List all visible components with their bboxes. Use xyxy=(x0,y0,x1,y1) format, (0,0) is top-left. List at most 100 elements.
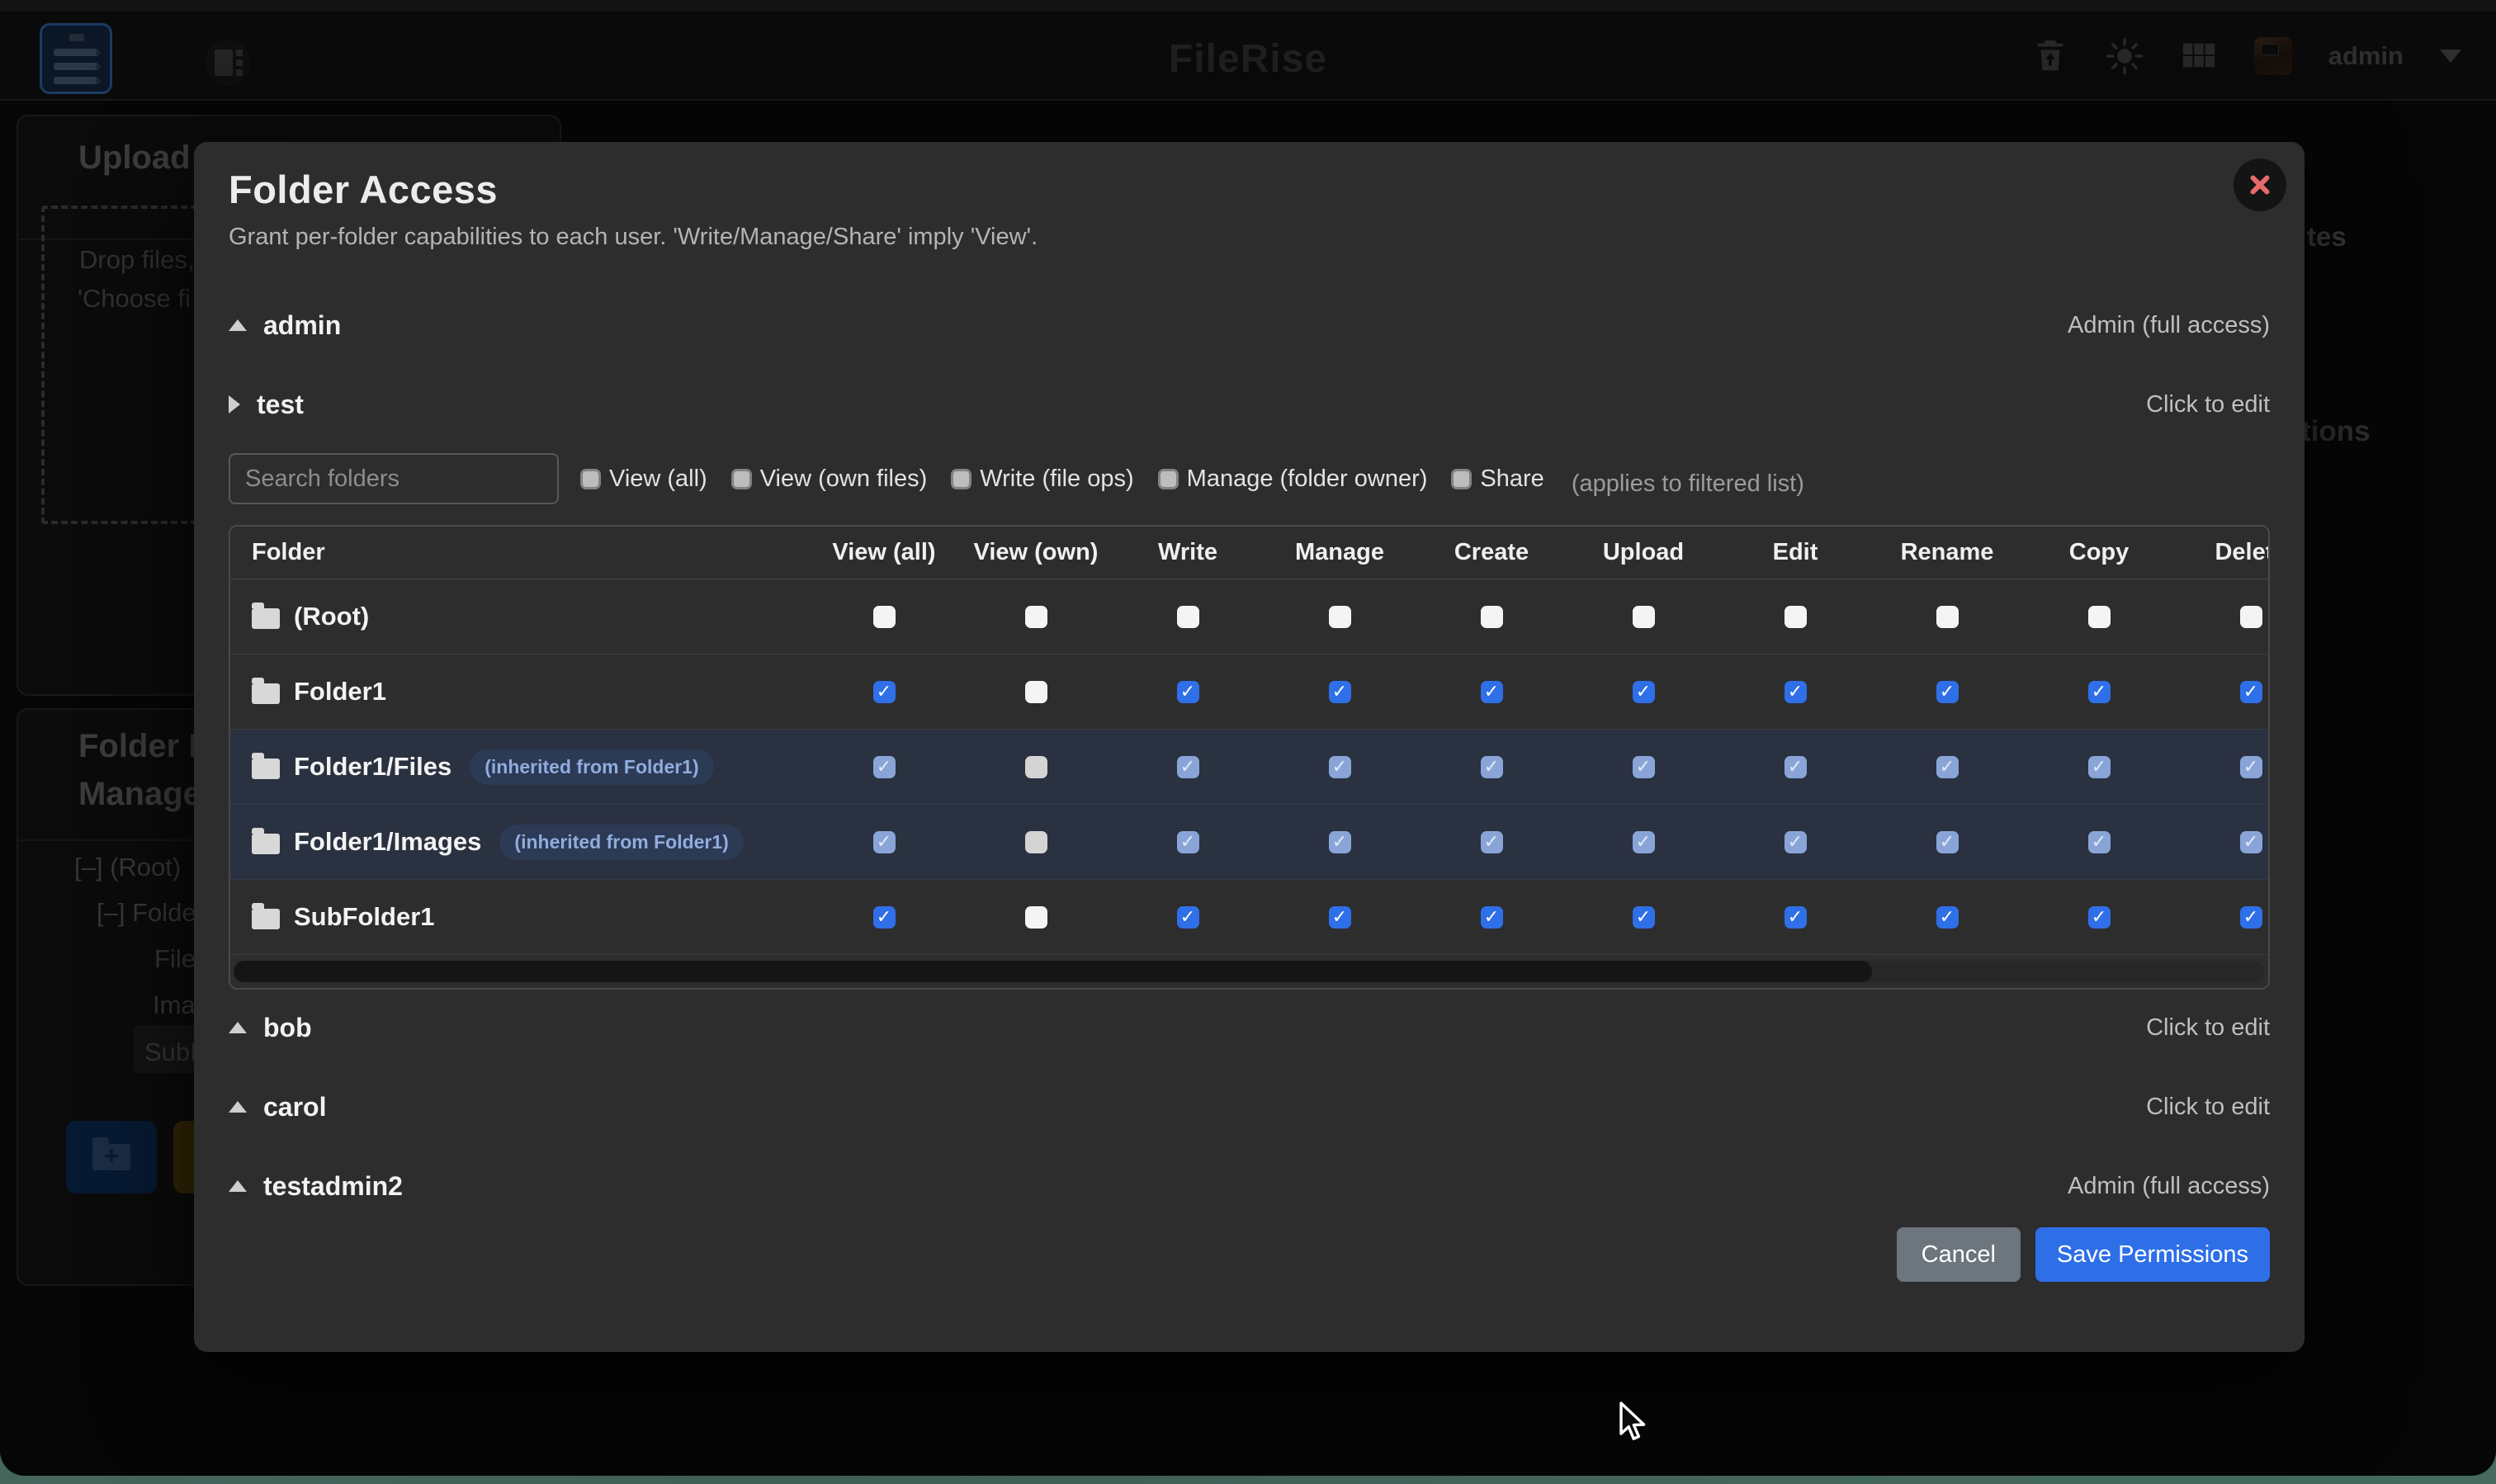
expander-arrow-icon[interactable] xyxy=(229,319,247,331)
perm-checkbox-create-folder1-images[interactable] xyxy=(1481,831,1503,853)
bulk-toggle-view-own-files[interactable]: View (own files) xyxy=(731,466,928,493)
perm-checkbox-view-all-folder1-images[interactable] xyxy=(873,831,896,853)
perm-checkbox-edit-folder1-files[interactable] xyxy=(1785,756,1807,778)
perm-checkbox-upload-folder1-images[interactable] xyxy=(1633,831,1655,853)
scrollbar-thumb[interactable] xyxy=(234,961,1872,982)
trash-restore-button[interactable] xyxy=(2031,37,2069,75)
checkbox-icon[interactable] xyxy=(1451,469,1472,489)
perm-checkbox-view-all-subfolder1[interactable] xyxy=(873,906,896,929)
tree-item-folder1[interactable]: [–] Folder xyxy=(97,898,205,928)
perm-checkbox-view-own-subfolder1[interactable] xyxy=(1025,906,1047,929)
expander-arrow-icon[interactable] xyxy=(229,395,240,414)
perm-checkbox-copy-folder1-images[interactable] xyxy=(2088,831,2111,853)
bulk-toggle-share[interactable]: Share xyxy=(1451,466,1543,493)
expander-arrow-icon[interactable] xyxy=(229,1180,247,1192)
bulk-note: (applies to filtered list) xyxy=(1572,470,1804,498)
bulk-toggle-label: Manage (folder owner) xyxy=(1187,466,1428,493)
inherited-badge: (inherited from Folder1) xyxy=(499,825,743,860)
perm-checkbox-view-all-folder1[interactable] xyxy=(873,681,896,703)
perm-checkbox-view-own-folder1-images[interactable] xyxy=(1025,831,1047,853)
horizontal-scrollbar[interactable] xyxy=(234,961,2264,982)
checkbox-icon[interactable] xyxy=(951,469,971,489)
perm-checkbox-write-subfolder1[interactable] xyxy=(1177,906,1199,929)
column-header-delete: Delete xyxy=(2175,539,2270,566)
user-section-test[interactable]: test Click to edit xyxy=(229,378,2270,431)
perm-checkbox-rename-folder1[interactable] xyxy=(1936,681,1959,703)
tree-item-root[interactable]: [–] (Root) xyxy=(74,853,181,882)
user-menu-label[interactable]: admin xyxy=(2328,41,2404,71)
perm-checkbox-view-all-root[interactable] xyxy=(873,606,896,628)
search-folders-input[interactable] xyxy=(229,453,559,504)
perm-checkbox-write-root[interactable] xyxy=(1177,606,1199,628)
user-section-testadmin2[interactable]: testadmin2 Admin (full access) xyxy=(229,1160,2270,1212)
user-section-carol[interactable]: carol Click to edit xyxy=(229,1080,2270,1133)
perm-checkbox-edit-subfolder1[interactable] xyxy=(1785,906,1807,929)
permission-cell xyxy=(1112,756,1264,778)
perm-checkbox-view-own-folder1[interactable] xyxy=(1025,681,1047,703)
dropzone-text-line1: Drop files, xyxy=(79,245,195,275)
bulk-toggle-view-all[interactable]: View (all) xyxy=(580,466,707,493)
perm-checkbox-delete-root[interactable] xyxy=(2240,606,2262,628)
perm-checkbox-manage-root[interactable] xyxy=(1329,606,1351,628)
perm-checkbox-upload-subfolder1[interactable] xyxy=(1633,906,1655,929)
user-section-bob[interactable]: bob Click to edit xyxy=(229,1001,2270,1054)
apps-grid-button[interactable] xyxy=(2180,37,2218,75)
perm-checkbox-upload-folder1[interactable] xyxy=(1633,681,1655,703)
permission-cell xyxy=(1416,756,1567,778)
create-folder-button[interactable] xyxy=(66,1121,157,1193)
perm-checkbox-copy-folder1[interactable] xyxy=(2088,681,2111,703)
theme-toggle-button[interactable] xyxy=(2106,37,2144,75)
menu-button[interactable] xyxy=(40,23,112,94)
bulk-toggle-manage-folder-owner[interactable]: Manage (folder owner) xyxy=(1158,466,1428,493)
perm-checkbox-manage-folder1-files[interactable] xyxy=(1329,756,1351,778)
permission-cell xyxy=(1719,606,1871,628)
user-menu-caret-icon[interactable] xyxy=(2440,50,2461,63)
perm-checkbox-create-folder1-files[interactable] xyxy=(1481,756,1503,778)
expander-arrow-icon[interactable] xyxy=(229,1101,247,1113)
perm-checkbox-delete-folder1[interactable] xyxy=(2240,681,2262,703)
perm-checkbox-upload-root[interactable] xyxy=(1633,606,1655,628)
window-titlebar xyxy=(0,0,2496,12)
permission-cell xyxy=(2023,906,2175,929)
perm-checkbox-write-folder1-files[interactable] xyxy=(1177,756,1199,778)
perm-checkbox-rename-subfolder1[interactable] xyxy=(1936,906,1959,929)
column-header-view-own: View (own) xyxy=(960,539,1112,566)
perm-checkbox-edit-root[interactable] xyxy=(1785,606,1807,628)
expander-arrow-icon[interactable] xyxy=(229,1022,247,1033)
perm-checkbox-manage-folder1-images[interactable] xyxy=(1329,831,1351,853)
perm-checkbox-create-folder1[interactable] xyxy=(1481,681,1503,703)
perm-checkbox-rename-folder1-images[interactable] xyxy=(1936,831,1959,853)
perm-checkbox-manage-subfolder1[interactable] xyxy=(1329,906,1351,929)
checkbox-icon[interactable] xyxy=(580,469,601,489)
perm-checkbox-view-own-folder1-files[interactable] xyxy=(1025,756,1047,778)
cancel-button[interactable]: Cancel xyxy=(1897,1227,2021,1282)
perm-checkbox-view-own-root[interactable] xyxy=(1025,606,1047,628)
user-avatar[interactable] xyxy=(2254,37,2292,75)
perm-checkbox-copy-folder1-files[interactable] xyxy=(2088,756,2111,778)
layout-toggle-button[interactable] xyxy=(205,40,251,86)
perm-checkbox-manage-folder1[interactable] xyxy=(1329,681,1351,703)
perm-checkbox-edit-folder1-images[interactable] xyxy=(1785,831,1807,853)
perm-checkbox-edit-folder1[interactable] xyxy=(1785,681,1807,703)
user-section-admin[interactable]: admin Admin (full access) xyxy=(229,299,2270,352)
permission-cell xyxy=(808,606,960,628)
perm-checkbox-write-folder1-images[interactable] xyxy=(1177,831,1199,853)
perm-checkbox-view-all-folder1-files[interactable] xyxy=(873,756,896,778)
perm-checkbox-create-subfolder1[interactable] xyxy=(1481,906,1503,929)
perm-checkbox-rename-folder1-files[interactable] xyxy=(1936,756,1959,778)
perm-checkbox-write-folder1[interactable] xyxy=(1177,681,1199,703)
checkbox-icon[interactable] xyxy=(731,469,752,489)
perm-checkbox-rename-root[interactable] xyxy=(1936,606,1959,628)
close-button[interactable] xyxy=(2234,158,2286,211)
perm-checkbox-upload-folder1-files[interactable] xyxy=(1633,756,1655,778)
perm-checkbox-create-root[interactable] xyxy=(1481,606,1503,628)
perm-checkbox-copy-root[interactable] xyxy=(2088,606,2111,628)
perm-checkbox-delete-folder1-images[interactable] xyxy=(2240,831,2262,853)
bulk-toggle-write-file-ops[interactable]: Write (file ops) xyxy=(951,466,1133,493)
perm-checkbox-copy-subfolder1[interactable] xyxy=(2088,906,2111,929)
save-permissions-button[interactable]: Save Permissions xyxy=(2035,1227,2270,1282)
perm-checkbox-delete-folder1-files[interactable] xyxy=(2240,756,2262,778)
checkbox-icon[interactable] xyxy=(1158,469,1179,489)
user-name: admin xyxy=(263,310,341,341)
perm-checkbox-delete-subfolder1[interactable] xyxy=(2240,906,2262,929)
